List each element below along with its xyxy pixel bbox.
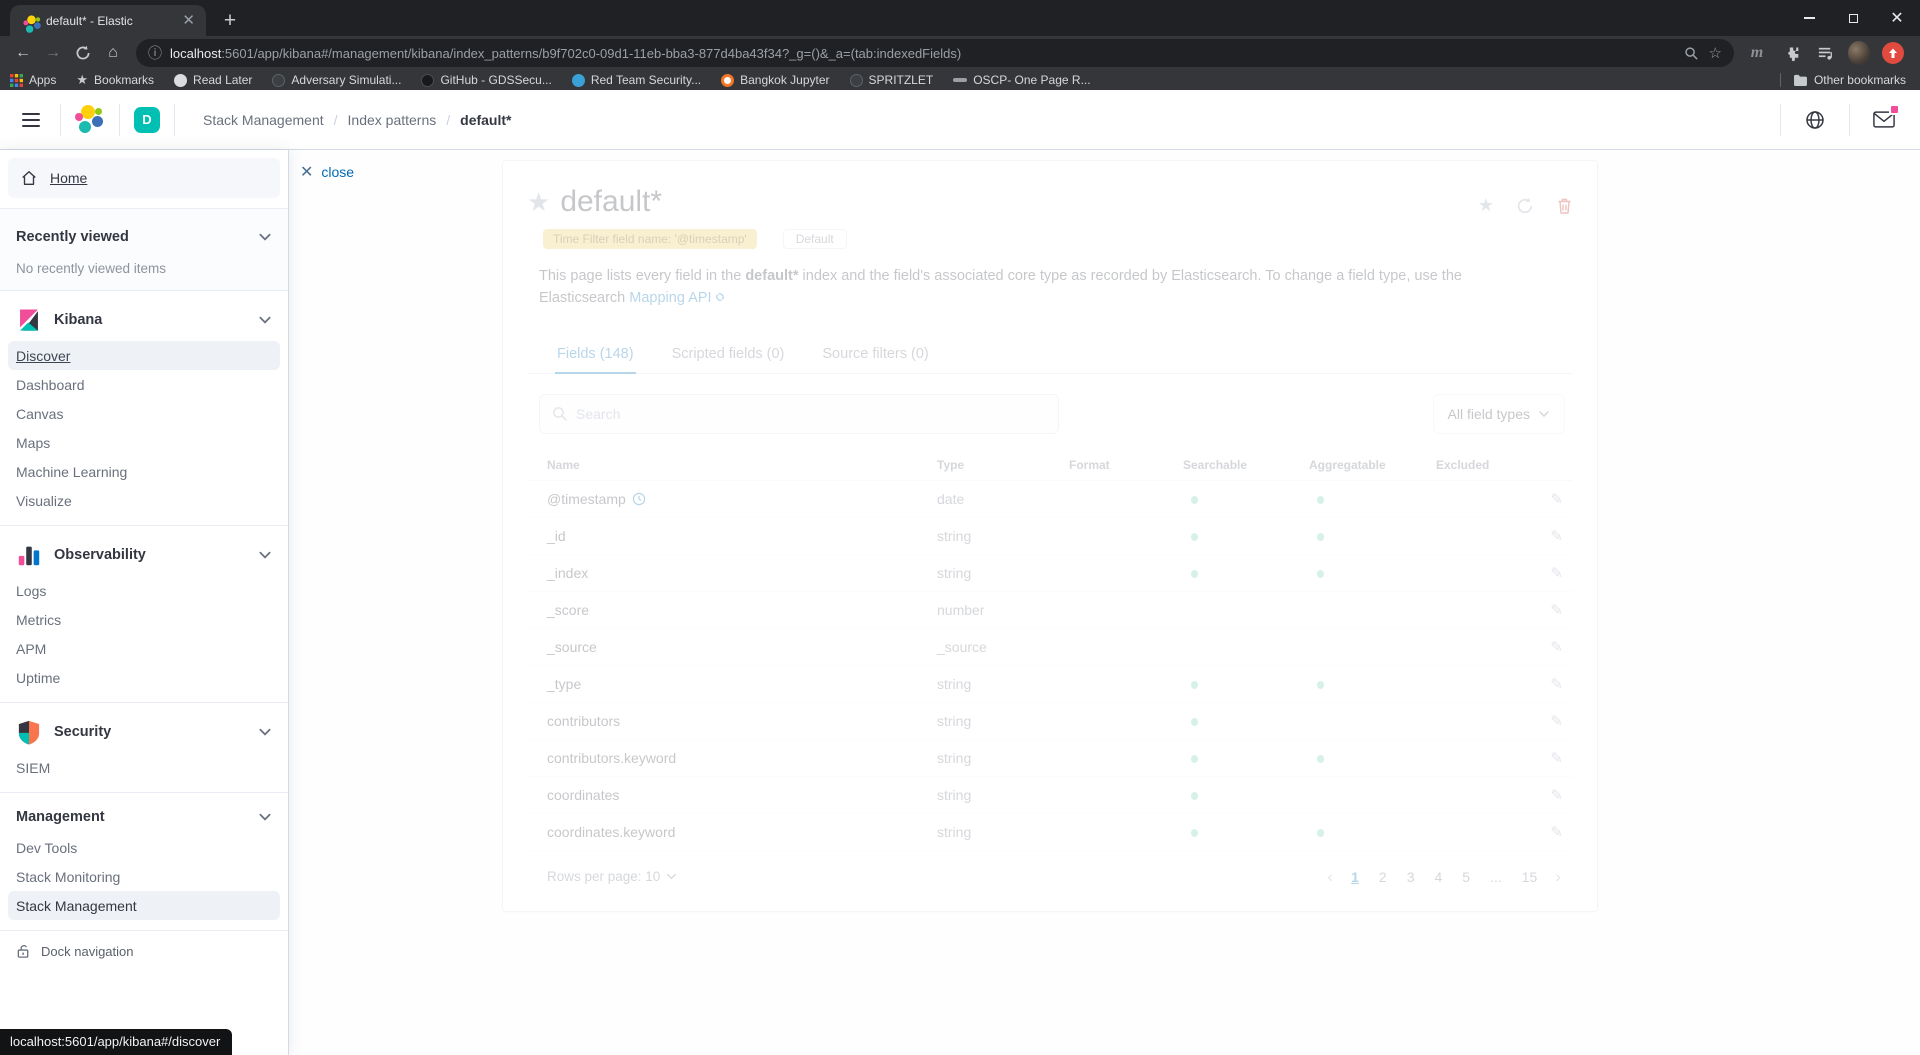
site-favicon [849, 73, 863, 87]
nav-group-kibana: Kibana Discover Dashboard Canvas Maps Ma… [0, 290, 288, 525]
jupyter-favicon [721, 73, 735, 87]
url-bar[interactable]: ⓘ localhost:5601/app/kibana#/management/… [136, 39, 1734, 67]
nav-group-management: Management Dev Tools Stack Monitoring St… [0, 792, 288, 930]
screen: default* - Elastic ✕ + ✕ ← → ⌂ ⓘ localho… [0, 0, 1920, 1055]
bookmark-jupyter[interactable]: Bangkok Jupyter [721, 73, 830, 87]
bookmarks-bar: Apps ★ Bookmarks Read Later Adversary Sim… [0, 70, 1920, 90]
lock-icon [17, 945, 29, 958]
home-icon[interactable]: ⌂ [100, 40, 126, 66]
sidebar-item-visualize[interactable]: Visualize [8, 486, 280, 515]
sidebar-item-logs[interactable]: Logs [8, 576, 280, 605]
bookmark-apps[interactable]: Apps [10, 73, 56, 87]
bookmark-bookmarks[interactable]: ★ Bookmarks [76, 72, 154, 88]
bookmark-star-icon[interactable]: ☆ [1709, 44, 1722, 62]
sidebar-item-stack-management[interactable]: Stack Management [8, 891, 280, 920]
recently-viewed-section: Recently viewed No recently viewed items [0, 209, 288, 290]
url-text: localhost:5601/app/kibana#/management/ki… [170, 45, 962, 61]
sidebar-item-home[interactable]: Home [8, 158, 280, 198]
sidebar-item-apm[interactable]: APM [8, 634, 280, 663]
sidebar-item-siem[interactable]: SIEM [8, 753, 280, 782]
recently-viewed-title: Recently viewed [16, 229, 129, 245]
nav-close-button[interactable]: ✕ close [300, 162, 354, 182]
chevron-down-icon[interactable] [258, 313, 272, 327]
page-body: ★ ★ default* Time Filter field name: '@t… [0, 150, 1920, 1055]
nav-menu-icon[interactable] [16, 107, 46, 133]
breadcrumb-stack-management[interactable]: Stack Management [203, 112, 324, 128]
forward-icon[interactable]: → [40, 40, 66, 66]
folder-icon [1793, 74, 1807, 86]
bookmark-github[interactable]: GitHub - GDSSecu... [421, 73, 552, 87]
tab-strip: default* - Elastic ✕ + ✕ [0, 0, 1920, 36]
bookmark-adversary[interactable]: Adversary Simulati... [272, 73, 401, 87]
sidebar-item-machine-learning[interactable]: Machine Learning [8, 457, 280, 486]
nav-sidebar: Home Recently viewed No recently viewed … [0, 150, 289, 1055]
reload-icon[interactable] [70, 40, 96, 66]
elastic-favicon [23, 14, 41, 33]
playlist-icon[interactable] [1814, 42, 1836, 64]
dash-favicon [953, 78, 968, 82]
kibana-logo [20, 309, 38, 331]
minimize-icon[interactable] [1794, 5, 1824, 31]
star-icon: ★ [76, 72, 89, 87]
elastic-logo[interactable] [75, 104, 105, 135]
browser-tab[interactable]: default* - Elastic ✕ [10, 5, 206, 36]
sidebar-item-metrics[interactable]: Metrics [8, 605, 280, 634]
search-url-icon[interactable] [1684, 46, 1699, 61]
notification-badge [1889, 103, 1900, 115]
chevron-down-icon[interactable] [258, 548, 272, 562]
sidebar-item-maps[interactable]: Maps [8, 428, 280, 457]
dock-navigation-button[interactable]: Dock navigation [0, 930, 288, 971]
breadcrumb-index-patterns[interactable]: Index patterns [348, 112, 437, 128]
browser-toolbar: ← → ⌂ ⓘ localhost:5601/app/kibana#/manag… [0, 36, 1920, 70]
sidebar-item-canvas[interactable]: Canvas [8, 399, 280, 428]
globe-icon[interactable] [1795, 100, 1835, 140]
sidebar-item-discover[interactable]: Discover [8, 341, 280, 370]
chevron-down-icon[interactable] [258, 230, 272, 244]
sidebar-item-uptime[interactable]: Uptime [8, 663, 280, 692]
bookmark-oscp[interactable]: OSCP- One Page R... [953, 73, 1091, 87]
nav-group-observability: Observability Logs Metrics APM Uptime [0, 525, 288, 702]
site-favicon [571, 73, 585, 87]
bookmarks-separator [1779, 73, 1781, 87]
other-bookmarks-button[interactable]: Other bookmarks [1793, 73, 1906, 87]
bookmark-redteam[interactable]: Red Team Security... [571, 73, 701, 87]
nav-group-security: Security SIEM [0, 702, 288, 792]
security-logo [18, 720, 40, 745]
bookmark-read-later[interactable]: Read Later [174, 73, 252, 87]
clock-favicon [174, 73, 188, 87]
bookmark-spritzlet[interactable]: SPRITZLET [849, 73, 933, 87]
sidebar-item-stack-monitoring[interactable]: Stack Monitoring [8, 862, 280, 891]
home-icon [22, 171, 36, 185]
kibana-header: D Stack Management / Index patterns / de… [0, 90, 1920, 150]
breadcrumb: Stack Management / Index patterns / defa… [203, 111, 512, 128]
tab-title: default* - Elastic [46, 13, 133, 28]
close-icon: ✕ [300, 164, 314, 181]
extensions-puzzle-icon[interactable] [1780, 42, 1802, 64]
observability-logo [18, 546, 40, 566]
github-favicon [421, 73, 435, 87]
profile-avatar[interactable] [1848, 41, 1870, 65]
status-tooltip: localhost:5601/app/kibana#/discover [0, 1029, 233, 1055]
apps-grid-icon [10, 73, 23, 87]
back-icon[interactable]: ← [10, 40, 36, 66]
extension-m-icon[interactable]: m [1746, 42, 1768, 64]
chrome-update-button[interactable] [1882, 42, 1904, 64]
site-info-icon[interactable]: ⓘ [148, 43, 162, 63]
maximize-icon[interactable] [1838, 5, 1868, 31]
chevron-down-icon[interactable] [258, 810, 272, 824]
sidebar-item-dev-tools[interactable]: Dev Tools [8, 833, 280, 862]
new-tab-button[interactable]: + [216, 7, 244, 35]
site-favicon [272, 73, 286, 87]
window-controls: ✕ [1794, 0, 1912, 36]
recently-viewed-empty: No recently viewed items [16, 261, 167, 276]
tab-close-icon[interactable]: ✕ [179, 13, 198, 28]
window-close-icon[interactable]: ✕ [1882, 5, 1912, 31]
newsfeed-icon[interactable] [1864, 100, 1904, 140]
space-badge[interactable]: D [134, 106, 160, 133]
breadcrumb-current: default* [460, 111, 512, 128]
chevron-down-icon[interactable] [258, 725, 272, 739]
sidebar-item-dashboard[interactable]: Dashboard [8, 370, 280, 399]
